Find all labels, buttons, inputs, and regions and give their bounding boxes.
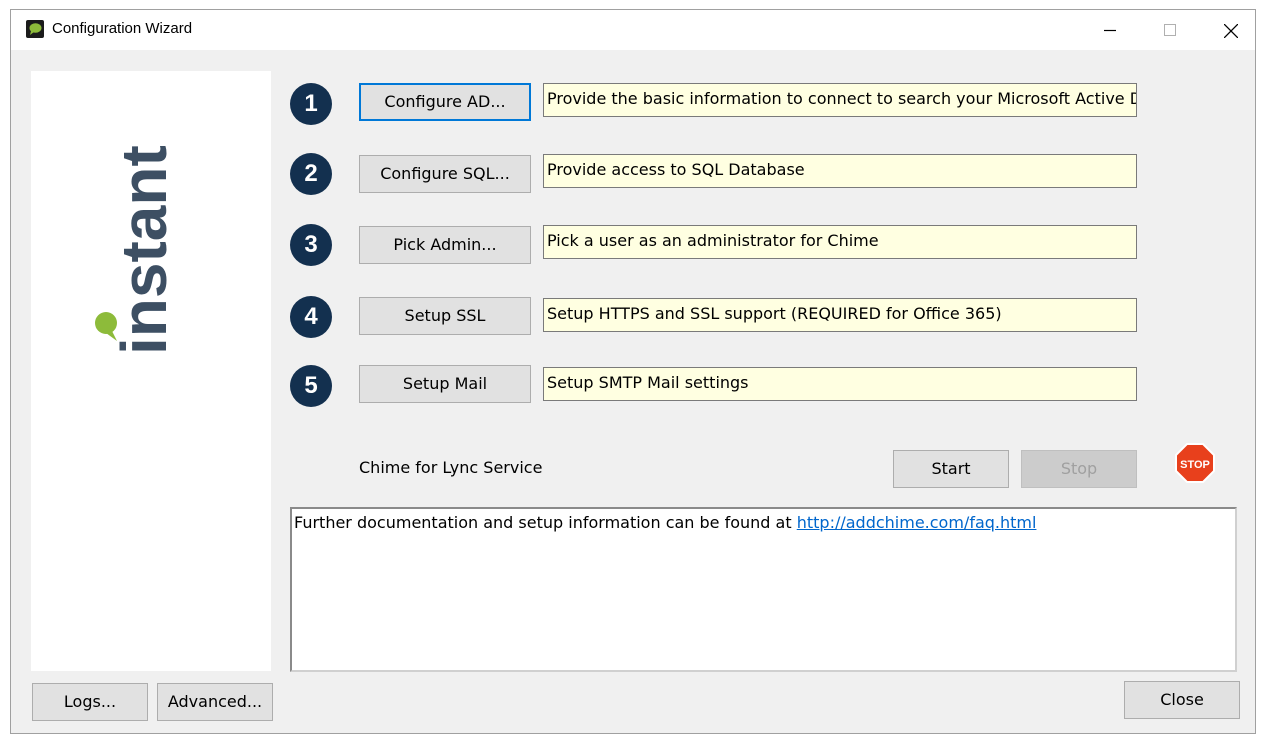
setup-mail-description: Setup SMTP Mail settings <box>543 367 1137 401</box>
logo-panel: instant <box>31 71 271 671</box>
pick-admin-button[interactable]: Pick Admin... <box>359 226 531 264</box>
close-button[interactable]: Close <box>1124 681 1240 719</box>
pick-admin-description: Pick a user as an administrator for Chim… <box>543 225 1137 259</box>
maximize-icon <box>1164 24 1176 36</box>
instant-logo: instant <box>95 145 180 355</box>
faq-link[interactable]: http://addchime.com/faq.html <box>797 513 1037 532</box>
minimize-button[interactable] <box>1087 10 1133 50</box>
setup-ssl-button[interactable]: Setup SSL <box>359 297 531 335</box>
title-bar[interactable]: Configuration Wizard <box>11 10 1255 50</box>
window-title: Configuration Wizard <box>52 20 193 37</box>
configure-sql-button[interactable]: Configure SQL... <box>359 155 531 193</box>
chime-app-icon <box>26 20 44 38</box>
close-window-button[interactable] <box>1207 10 1253 50</box>
setup-ssl-description: Setup HTTPS and SSL support (REQUIRED fo… <box>543 298 1137 332</box>
configure-ad-description: Provide the basic information to connect… <box>543 83 1137 117</box>
start-service-button[interactable]: Start <box>893 450 1009 488</box>
logs-button[interactable]: Logs... <box>32 683 148 721</box>
step-5-badge: 5 <box>290 365 332 407</box>
advanced-button[interactable]: Advanced... <box>157 683 273 721</box>
minimize-icon <box>1104 29 1116 32</box>
service-label: Chime for Lync Service <box>359 458 543 477</box>
step-3-badge: 3 <box>290 224 332 266</box>
documentation-info-box[interactable]: Further documentation and setup informat… <box>290 507 1237 672</box>
documentation-text: Further documentation and setup informat… <box>294 513 1037 532</box>
maximize-button[interactable] <box>1147 10 1193 50</box>
close-icon <box>1224 24 1238 38</box>
logo-dot-icon <box>95 312 117 341</box>
stop-sign-icon: STOP <box>1175 443 1215 483</box>
stop-service-button: Stop <box>1021 450 1137 488</box>
setup-mail-button[interactable]: Setup Mail <box>359 365 531 403</box>
step-4-badge: 4 <box>290 296 332 338</box>
step-1-badge: 1 <box>290 83 332 125</box>
logo-text: instant <box>108 145 180 355</box>
configure-ad-button[interactable]: Configure AD... <box>359 83 531 121</box>
configuration-wizard-window: Configuration Wizard instant 1 Configure… <box>10 9 1256 734</box>
step-2-badge: 2 <box>290 153 332 195</box>
stop-sign-text: STOP <box>1180 459 1210 471</box>
configure-sql-description: Provide access to SQL Database <box>543 154 1137 188</box>
